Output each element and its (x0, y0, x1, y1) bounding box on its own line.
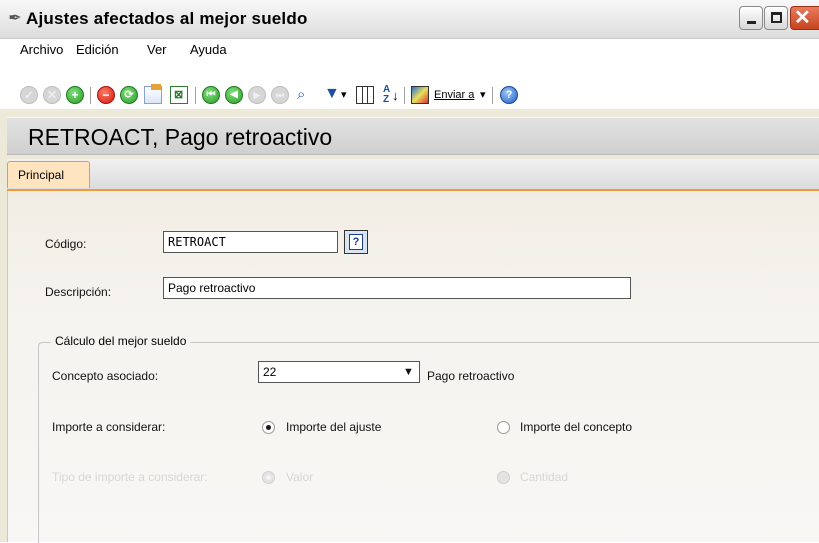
next-record-disabled-icon: ▶ (248, 86, 266, 104)
codigo-lookup-button[interactable]: ? (344, 230, 368, 254)
help-button[interactable]: ? (500, 86, 518, 104)
tab-label: Principal (18, 168, 65, 182)
help-icon: ? (505, 89, 513, 101)
window-title: Ajustes afectados al mejor sueldo (26, 9, 308, 28)
importe-concepto-radio[interactable] (497, 421, 510, 434)
toolbar-separator (404, 87, 405, 104)
close-icon: ✕ (794, 7, 811, 29)
importe-concepto-label[interactable]: Importe del concepto (520, 419, 632, 435)
toolbar-separator (90, 87, 91, 104)
menu-ayuda[interactable]: Ayuda (190, 41, 227, 59)
menu-archivo[interactable]: Archivo (20, 41, 63, 59)
tipo-cantidad-label: Cantidad (520, 470, 569, 484)
maximize-button[interactable] (764, 6, 788, 30)
minimize-button[interactable] (739, 6, 763, 30)
filter-icon: ▼ (324, 85, 340, 102)
chevron-down-icon[interactable]: ▾ (480, 87, 486, 103)
previous-record-button[interactable]: ◀ (225, 86, 243, 104)
sort-button[interactable]: AZ ↓ (382, 84, 400, 105)
quill-pen-icon: ✒ (8, 10, 22, 27)
refresh-icon: ⟳ (124, 89, 134, 101)
tipo-importe-label: Tipo de importe a considerar: (52, 470, 208, 484)
minus-icon: − (102, 88, 110, 102)
question-icon: ? (349, 234, 363, 250)
tipo-valor-radio (262, 471, 275, 484)
toolbar-separator (195, 87, 196, 104)
cancel-disabled-icon: ✕ (43, 86, 61, 104)
spreadsheet-icon: ⊠ (174, 89, 184, 101)
concepto-description: Pago retroactivo (427, 369, 515, 383)
columns-icon (362, 87, 363, 103)
app-window: ✒ Ajustes afectados al mejor sueldo ✕ Ar… (0, 0, 819, 543)
first-record-button[interactable]: ⏮ (202, 86, 220, 104)
tab-principal[interactable]: Principal (7, 161, 90, 188)
dropdown-arrow-icon[interactable]: ▼ (399, 363, 418, 381)
close-button[interactable]: ✕ (790, 6, 819, 30)
last-record-disabled-icon: ⏭ (271, 86, 289, 104)
filter-button[interactable]: ▼ (322, 85, 340, 104)
descripcion-label: Descripción: (45, 285, 112, 299)
tab-strip (7, 159, 819, 191)
minimize-icon (747, 21, 756, 24)
plus-icon: + (71, 88, 79, 102)
group-legend: Cálculo del mejor sueldo (51, 333, 191, 349)
maximize-icon (771, 12, 782, 23)
export-excel-button[interactable]: ⊠ (170, 86, 188, 104)
menu-bar: Archivo Edición Ver Ayuda (0, 39, 819, 61)
binoculars-icon: ⌕ (297, 86, 306, 103)
edit-document-button[interactable] (144, 84, 162, 104)
accept-disabled-icon: ✓ (20, 86, 38, 104)
menu-edicion[interactable]: Edición (76, 41, 119, 59)
pencil-icon (151, 84, 161, 90)
codigo-field[interactable]: RETROACT (163, 231, 338, 253)
columns-button[interactable] (356, 86, 374, 104)
first-icon: ⏮ (206, 89, 216, 100)
concepto-select[interactable]: 22 (258, 361, 420, 383)
tipo-valor-label: Valor (286, 470, 314, 484)
title-bar[interactable]: ✒ Ajustes afectados al mejor sueldo ✕ (0, 0, 819, 39)
refresh-button[interactable]: ⟳ (120, 86, 138, 104)
concepto-value: 22 (263, 365, 277, 379)
importe-label: Importe a considerar: (52, 420, 166, 434)
send-to-button[interactable]: Enviar a (434, 87, 474, 103)
search-button[interactable]: ⌕ (296, 86, 314, 104)
importe-ajuste-label[interactable]: Importe del ajuste (286, 419, 381, 435)
sort-az-icon: AZ (383, 84, 391, 105)
importe-ajuste-radio[interactable] (262, 421, 275, 434)
toolbar: ✓ ✕ + − ⟳ ⊠ ⏮ ◀ ▶ ⏭ ⌕ ▼ ▾ AZ ↓ Enviar a … (0, 61, 819, 109)
report-icon (411, 86, 429, 104)
descripcion-field[interactable]: Pago retroactivo (163, 277, 631, 299)
toolbar-separator (492, 87, 493, 104)
page-title: RETROACT, Pago retroactivo (28, 124, 333, 150)
concepto-label: Concepto asociado: (52, 369, 159, 383)
previous-icon: ◀ (230, 89, 238, 100)
menu-ver[interactable]: Ver (147, 41, 167, 59)
delete-button[interactable]: − (97, 86, 115, 104)
codigo-label: Código: (45, 237, 87, 251)
add-button[interactable]: + (66, 86, 84, 104)
chevron-down-icon[interactable]: ▾ (341, 87, 347, 103)
tipo-cantidad-radio (497, 471, 510, 484)
